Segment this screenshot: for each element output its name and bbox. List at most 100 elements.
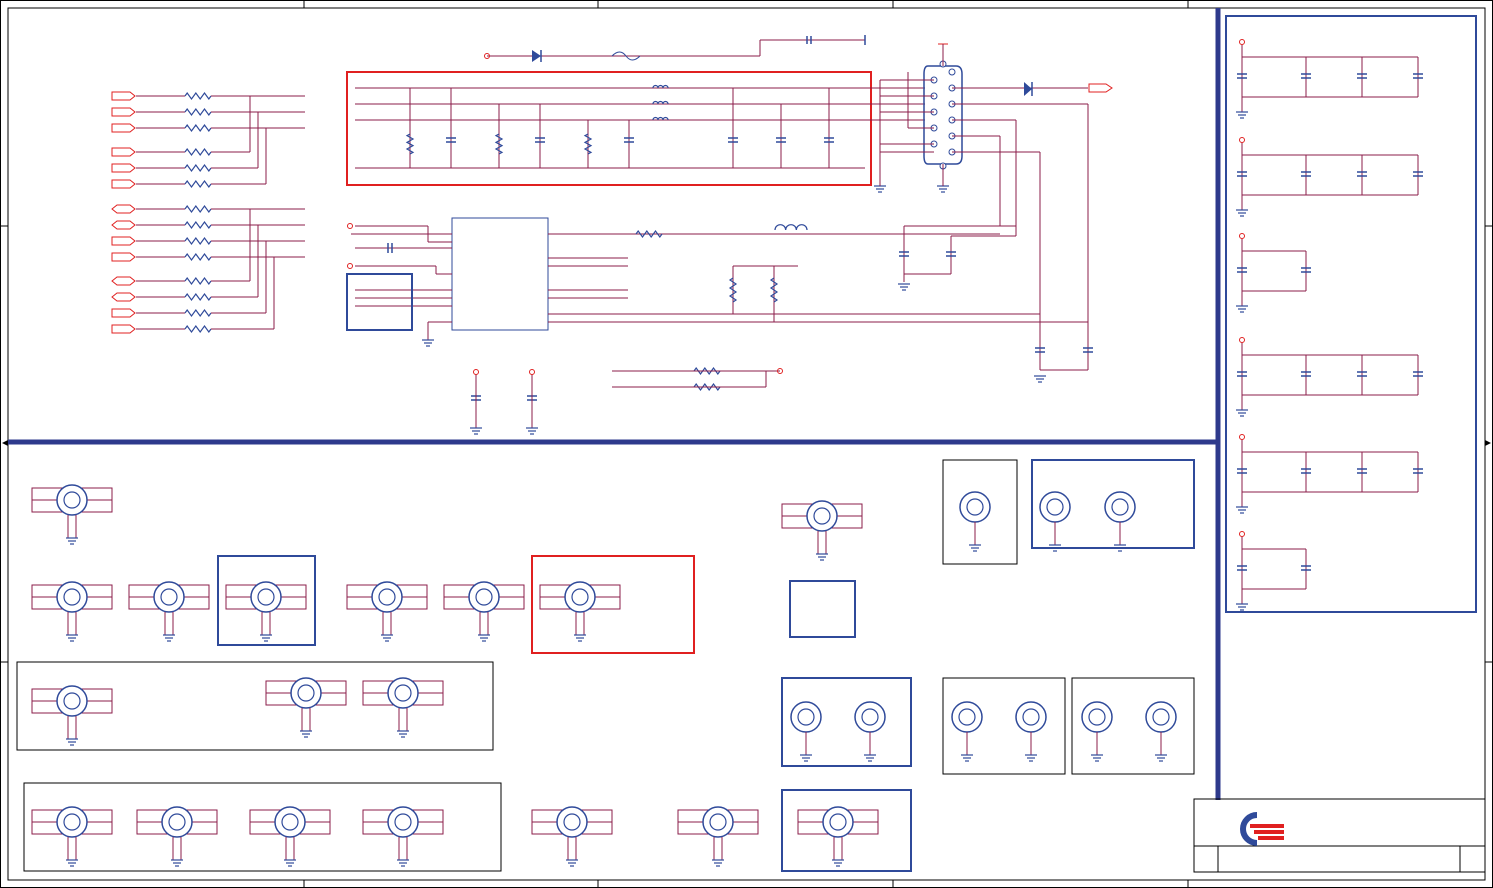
- ground-icon: [1025, 754, 1037, 762]
- mounting-hole-icon: [1104, 491, 1136, 552]
- resistor-icon: [184, 292, 212, 302]
- ground-icon: [260, 634, 272, 642]
- power-input-line: [484, 35, 866, 62]
- resistor-icon: [583, 133, 593, 155]
- mounting-hole-icon: [781, 500, 863, 561]
- ground-icon: [961, 754, 973, 762]
- ground-icon: [422, 339, 434, 347]
- resistor-icon: [184, 179, 212, 189]
- signal-port: [111, 292, 136, 302]
- mounting-hole-icon: [128, 581, 210, 642]
- diode-icon: [1024, 82, 1032, 96]
- power-port: [1239, 531, 1245, 537]
- filter-network: [355, 87, 925, 169]
- connector-wiring: [879, 72, 1089, 371]
- ic-components: [347, 223, 1093, 435]
- mounting-hole-icon: [1145, 701, 1177, 762]
- sheet-dividers: [8, 8, 1221, 800]
- resistor-icon: [494, 133, 504, 155]
- signal-port: [111, 163, 136, 173]
- resistor-icon: [184, 147, 212, 157]
- signal-port: [111, 147, 136, 157]
- ground-icon: [574, 634, 586, 642]
- resistor-icon: [184, 236, 212, 246]
- resistor-icon: [184, 123, 212, 133]
- resistor-icon: [184, 204, 212, 214]
- mounting-hole-icon: [362, 806, 444, 867]
- mounting-hole-icon: [959, 491, 991, 552]
- signal-port: [111, 220, 136, 230]
- ground-icon: [864, 754, 876, 762]
- inductor-icon: [774, 224, 808, 231]
- signal-port: [111, 179, 136, 189]
- decoupling-cap-box: [1225, 15, 1477, 613]
- resistor-icon: [184, 252, 212, 262]
- sub-block-box: [346, 273, 413, 331]
- ground-icon: [171, 859, 183, 867]
- ground-icon: [1155, 754, 1167, 762]
- resistor-icon: [184, 220, 212, 230]
- ground-icon: [874, 185, 886, 193]
- signal-port: [111, 91, 136, 101]
- hole-row-box: [23, 782, 502, 872]
- mounting-hole-icon: [136, 806, 218, 867]
- power-port: [1239, 137, 1245, 143]
- ground-icon: [66, 738, 78, 746]
- ground-icon: [566, 859, 578, 867]
- resistor-bank: [111, 91, 305, 334]
- title-block: [1193, 798, 1486, 873]
- signal-port: [473, 369, 479, 375]
- ground-icon: [816, 553, 828, 561]
- signal-port: [111, 252, 136, 262]
- ic-chip: [451, 217, 549, 331]
- mounting-hole-icon: [31, 581, 113, 642]
- resistor-icon: [184, 91, 212, 101]
- ground-icon: [381, 634, 393, 642]
- mounting-hole-icon: [1015, 701, 1047, 762]
- ic-wiring: [351, 225, 1088, 340]
- ground-icon: [66, 859, 78, 867]
- signal-port: [111, 308, 136, 318]
- mounting-hole-icon: [225, 581, 307, 642]
- ground-icon: [526, 427, 538, 435]
- schematic-sheet: [0, 0, 1493, 888]
- ground-icon: [1236, 603, 1248, 611]
- hole-group-box-red: [531, 555, 695, 654]
- signal-port: [111, 123, 136, 133]
- bottom-section: [16, 459, 1195, 872]
- vga-connector-icon: [874, 43, 963, 193]
- resistor-icon: [728, 277, 738, 303]
- decoupling-capacitors: [1236, 39, 1423, 611]
- ground-icon: [1236, 409, 1248, 417]
- ground-icon: [478, 634, 490, 642]
- mounting-hole-icon: [797, 806, 879, 867]
- signal-port: [111, 236, 136, 246]
- power-port: [1239, 39, 1245, 45]
- schematic-canvas: [0, 0, 1493, 888]
- ground-icon: [898, 283, 910, 291]
- mounting-holes: [31, 484, 1177, 867]
- ground-icon: [66, 634, 78, 642]
- ground-icon: [832, 859, 844, 867]
- signal-port: [111, 204, 136, 214]
- output-port: [1088, 83, 1113, 93]
- ground-icon: [800, 754, 812, 762]
- ground-icon: [937, 185, 949, 193]
- ground-icon: [712, 859, 724, 867]
- ground-icon: [284, 859, 296, 867]
- connector-pin: [948, 68, 956, 76]
- ground-icon: [1091, 754, 1103, 762]
- ground-icon: [1034, 375, 1046, 383]
- ground-icon: [300, 730, 312, 738]
- mounting-hole-icon: [1081, 701, 1113, 762]
- resistor-icon: [184, 308, 212, 318]
- resistor-icon: [769, 277, 779, 303]
- mounting-hole-icon: [790, 701, 822, 762]
- mounting-hole-icon: [677, 806, 759, 867]
- mounting-hole-icon: [362, 677, 444, 738]
- resistor-icon: [184, 107, 212, 117]
- mounting-hole-icon: [531, 806, 613, 867]
- ground-icon: [1236, 305, 1248, 313]
- mounting-hole-icon: [31, 484, 113, 545]
- resistor-icon: [635, 229, 663, 239]
